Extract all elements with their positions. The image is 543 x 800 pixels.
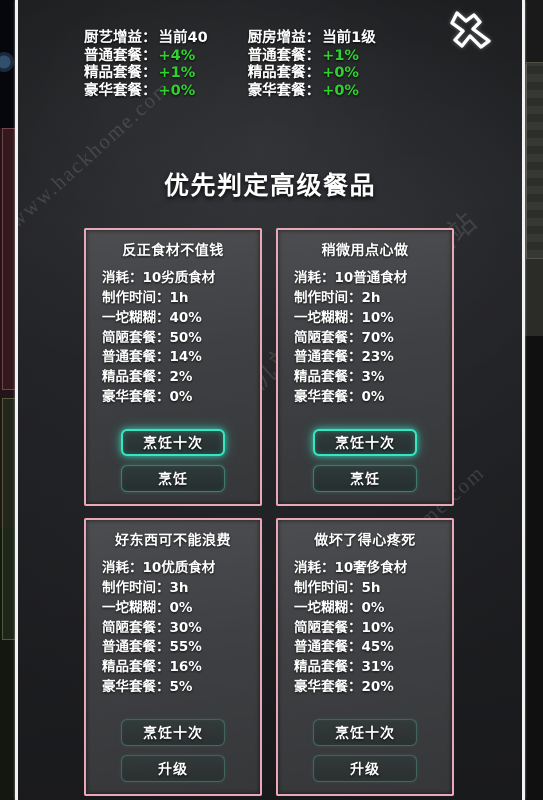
buff-group-cooking-skill: 厨艺增益： 当前40 普通套餐： +4% 精品套餐： +1% 豪华套餐： +0%: [84, 30, 208, 101]
stat-cost: 消耗：10奢侈食材: [294, 560, 408, 576]
recipe-grid: 反正食材不值钱 消耗：10劣质食材 制作时间：1h 一坨糊糊：40% 简陋套餐：…: [84, 228, 476, 796]
buff-title-row: 厨艺增益： 当前40: [84, 30, 208, 48]
cooking-panel: www.hackhome.com www.hackhome.com 游客手机站 …: [18, 0, 522, 800]
recipe-actions: 烹饪十次 升级: [86, 719, 260, 794]
buff-row-value: +0%: [158, 83, 196, 100]
cook-button[interactable]: 烹饪: [313, 465, 417, 492]
game-screen: www.hackhome.com www.hackhome.com 游客手机站 …: [0, 0, 543, 800]
recipe-stats: 消耗：10普通食材 制作时间：2h 一坨糊糊：10% 简陋套餐：70% 普通套餐…: [278, 269, 452, 408]
stat-simple: 简陋套餐：10%: [294, 619, 394, 636]
stat-premium: 精品套餐：2%: [102, 369, 193, 386]
recipe-card-dont-waste-good-stuff[interactable]: 好东西可不能浪费 消耗：10优质食材 制作时间：3h 一坨糊糊：0% 简陋套餐：…: [84, 518, 262, 796]
stat-premium: 精品套餐：3%: [294, 369, 385, 386]
cook-ten-times-button[interactable]: 烹饪十次: [121, 429, 225, 456]
stat-mush: 一坨糊糊：10%: [294, 309, 394, 326]
stat-simple: 简陋套餐：70%: [294, 329, 394, 346]
recipe-stats: 消耗：10劣质食材 制作时间：1h 一坨糊糊：40% 简陋套餐：50% 普通套餐…: [86, 269, 260, 408]
background-right-strip: [526, 62, 543, 259]
stat-time: 制作时间：1h: [102, 289, 189, 306]
stat-cost: 消耗：10劣质食材: [102, 270, 216, 286]
upgrade-button[interactable]: 升级: [313, 755, 417, 782]
buff-row-deluxe: 豪华套餐： +0%: [84, 83, 208, 101]
recipe-card-cheap-ingredients[interactable]: 反正食材不值钱 消耗：10劣质食材 制作时间：1h 一坨糊糊：40% 简陋套餐：…: [84, 228, 262, 506]
buff-row-label: 豪华套餐：: [84, 83, 157, 100]
recipe-card-a-bit-of-effort[interactable]: 稍微用点心做 消耗：10普通食材 制作时间：2h 一坨糊糊：10% 简陋套餐：7…: [276, 228, 454, 506]
buff-row-deluxe: 豪华套餐： +0%: [248, 83, 376, 101]
buff-title-value: 当前1级: [322, 30, 376, 46]
buff-title-row: 厨房增益： 当前1级: [248, 30, 376, 48]
recipe-actions: 烹饪十次 烹饪: [86, 429, 260, 504]
upgrade-button[interactable]: 升级: [121, 755, 225, 782]
stat-deluxe: 豪华套餐：0%: [294, 389, 385, 406]
recipe-card-heartbreak-if-ruined[interactable]: 做坏了得心疼死 消耗：10奢侈食材 制作时间：5h 一坨糊糊：0% 简陋套餐：1…: [276, 518, 454, 796]
stat-time: 制作时间：2h: [294, 289, 381, 306]
stat-time: 制作时间：3h: [102, 579, 189, 596]
buff-row-label: 精品套餐：: [247, 65, 321, 82]
buff-group-kitchen: 厨房增益： 当前1级 普通套餐： +1% 精品套餐： +0% 豪华套餐： +0%: [248, 30, 376, 101]
stat-cost: 消耗：10优质食材: [102, 560, 216, 576]
buff-header: 厨艺增益： 当前40 普通套餐： +4% 精品套餐： +1% 豪华套餐： +0%: [84, 30, 462, 101]
stat-normal: 普通套餐：14%: [102, 349, 202, 366]
recipe-actions: 烹饪十次 烹饪: [278, 429, 452, 504]
buff-row-label: 豪华套餐：: [247, 83, 321, 100]
buff-row-value: +1%: [158, 65, 196, 82]
buff-row-premium: 精品套餐： +0%: [248, 65, 376, 83]
buff-title-value: 当前40: [158, 30, 208, 46]
buff-row-normal: 普通套餐： +1%: [248, 48, 376, 66]
buff-row-value: +0%: [322, 83, 359, 100]
stat-deluxe: 豪华套餐：20%: [294, 679, 394, 696]
stat-deluxe: 豪华套餐：0%: [102, 389, 193, 406]
stat-mush: 一坨糊糊：0%: [102, 599, 193, 616]
buff-row-value: +4%: [158, 47, 196, 64]
stat-mush: 一坨糊糊：40%: [102, 309, 202, 326]
stat-normal: 普通套餐：23%: [294, 349, 394, 366]
buff-row-label: 普通套餐：: [84, 47, 157, 64]
right-divider: [522, 0, 525, 800]
buff-row-premium: 精品套餐： +1%: [84, 65, 208, 83]
recipe-title: 反正食材不值钱: [122, 243, 224, 259]
stat-cost: 消耗：10普通食材: [294, 270, 408, 286]
cook-ten-times-button[interactable]: 烹饪十次: [313, 719, 417, 746]
recipe-title: 做坏了得心疼死: [314, 533, 416, 549]
buff-title-label: 厨房增益：: [247, 30, 321, 46]
buff-row-value: +1%: [322, 47, 359, 64]
recipe-stats: 消耗：10优质食材 制作时间：3h 一坨糊糊：0% 简陋套餐：30% 普通套餐：…: [86, 559, 260, 698]
cook-ten-times-button[interactable]: 烹饪十次: [313, 429, 417, 456]
stat-premium: 精品套餐：16%: [102, 659, 202, 676]
stat-simple: 简陋套餐：30%: [102, 619, 202, 636]
recipe-actions: 烹饪十次 升级: [278, 719, 452, 794]
cook-button[interactable]: 烹饪: [121, 465, 225, 492]
buff-row-normal: 普通套餐： +4%: [84, 48, 208, 66]
background-orb: [0, 52, 14, 72]
page-title: 优先判定高级餐品: [163, 171, 376, 200]
buff-row-label: 精品套餐：: [84, 65, 157, 82]
buff-title-label: 厨艺增益：: [84, 30, 157, 46]
stat-mush: 一坨糊糊：0%: [294, 599, 385, 616]
cook-ten-times-button[interactable]: 烹饪十次: [121, 719, 225, 746]
recipe-stats: 消耗：10奢侈食材 制作时间：5h 一坨糊糊：0% 简陋套餐：10% 普通套餐：…: [278, 559, 452, 698]
buff-row-label: 普通套餐：: [247, 47, 321, 64]
background-left-art: [0, 0, 22, 800]
stat-simple: 简陋套餐：50%: [102, 329, 202, 346]
recipe-title: 稍微用点心做: [321, 243, 409, 259]
stat-deluxe: 豪华套餐：5%: [102, 679, 193, 696]
recipe-title: 好东西可不能浪费: [115, 533, 231, 549]
stat-premium: 精品套餐：31%: [294, 659, 394, 676]
background-right-art: [525, 0, 543, 800]
stat-time: 制作时间：5h: [294, 579, 381, 596]
stat-normal: 普通套餐：45%: [294, 639, 394, 656]
buff-row-value: +0%: [322, 65, 359, 82]
stat-normal: 普通套餐：55%: [102, 639, 202, 656]
